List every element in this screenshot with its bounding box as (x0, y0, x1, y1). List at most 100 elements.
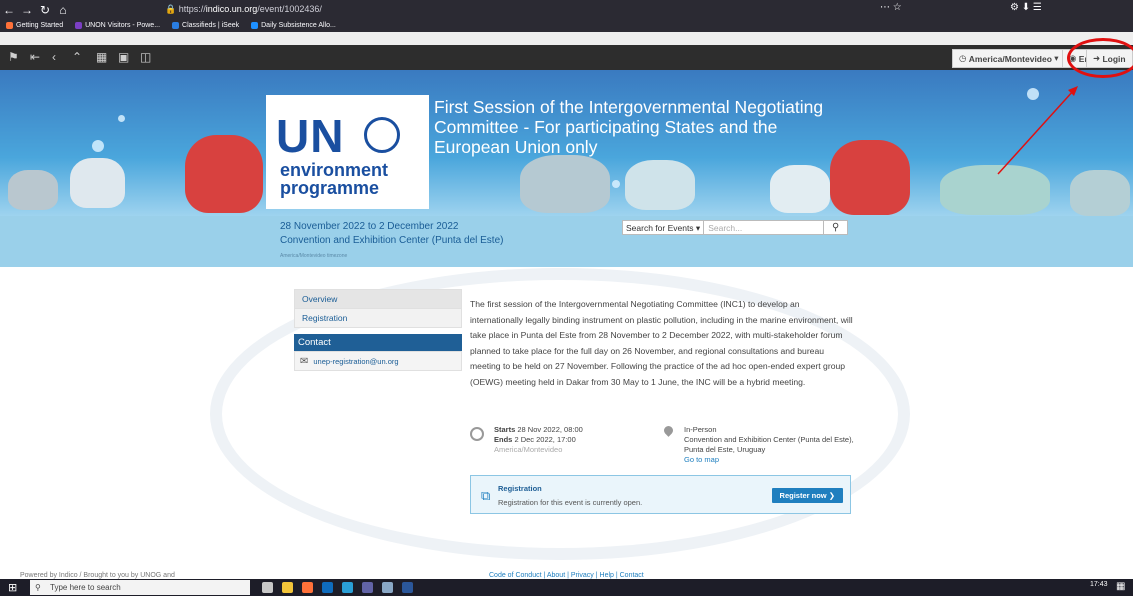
event-info-bar (0, 216, 1133, 267)
footer-links[interactable]: Code of Conduct | About | Privacy | Help… (489, 572, 644, 579)
outlook-icon[interactable] (322, 582, 333, 593)
annotation-arrow (997, 86, 1078, 175)
bubble-decoration (612, 180, 620, 188)
timezone-selector[interactable]: ◷ America/Montevideo ▾ (952, 49, 1066, 68)
print-icon[interactable]: ▣ (118, 50, 129, 64)
bookmark-label: Daily Subsistence Allo... (261, 22, 336, 29)
home-icon[interactable]: ⌂ (54, 3, 72, 17)
bubble-decoration (118, 115, 125, 122)
arrow-line (997, 89, 1075, 175)
word-icon[interactable] (402, 582, 413, 593)
layout-icon[interactable]: ◫ (140, 50, 151, 64)
unep-logo: UN environment programme (266, 95, 429, 209)
envelope-icon: ✉ (300, 355, 309, 367)
bubble-decoration (92, 140, 104, 152)
app-icon[interactable] (382, 582, 393, 593)
notifications-icon[interactable]: ▦ (1116, 581, 1125, 592)
page-actions-icon[interactable]: ⋯ ☆ (880, 2, 902, 13)
back-icon[interactable]: ← (0, 3, 18, 17)
extensions-icon[interactable]: ⚙ ⬇ ☰ (1010, 2, 1042, 13)
ends-label: Ends (494, 435, 513, 444)
bookmark-classifieds[interactable]: Classifieds | iSeek (172, 22, 239, 29)
taskbar-clock[interactable]: 17:43 (1090, 581, 1108, 588)
plastic-bag-decoration (70, 158, 125, 208)
indico-toolbar: ⚑ ⇤ ‹ ⌃ ▦ ▣ ◫ ◷ America/Montevideo ▾ ◉ E… (0, 45, 1133, 70)
up-icon[interactable]: ⌃ (72, 50, 82, 64)
clock-icon: ◷ (959, 53, 969, 63)
bookmark-dsa[interactable]: Daily Subsistence Allo... (251, 22, 336, 29)
event-side-menu: Overview Registration Contact ✉ unep-reg… (294, 289, 462, 371)
menu-item-registration[interactable]: Registration (294, 308, 462, 328)
map-link[interactable]: Go to map (684, 455, 854, 465)
plastic-bottle-decoration (520, 155, 610, 213)
registration-box: ⧉ Registration Registration for this eve… (470, 475, 851, 514)
plastic-bottle-decoration (8, 170, 58, 210)
windows-start-icon[interactable]: ⊞ (8, 581, 17, 594)
url-bar[interactable]: 🔒 https://indico.un.org/event/1002436/ (165, 2, 885, 17)
footer-credits: Powered by Indico / Brought to you by UN… (20, 572, 175, 579)
teams-icon[interactable] (362, 582, 373, 593)
bookmarks-bar: Getting Started UNON Visitors - Powe... … (0, 19, 1133, 32)
app-icon[interactable] (342, 582, 353, 593)
timezone-label: America/Montevideo (968, 53, 1052, 64)
bookmark-label: UNON Visitors - Powe... (85, 22, 161, 29)
first-icon[interactable]: ⇤ (30, 50, 40, 64)
event-search: Search for Events ▾ Search... ⚲ (622, 220, 849, 235)
url-host: indico.un.org (205, 4, 258, 14)
bookmark-label: Getting Started (16, 22, 64, 29)
search-scope-label: Search for Events (626, 223, 694, 233)
prev-icon[interactable]: ‹ (52, 50, 56, 64)
ends-value: 2 Dec 2022, 17:00 (514, 435, 576, 444)
search-scope-select[interactable]: Search for Events ▾ (622, 220, 705, 235)
taskbar-search-placeholder: Type here to search (50, 583, 121, 592)
url-path: /event/1002436/ (257, 4, 322, 14)
plastic-bag-decoration (770, 165, 830, 213)
taskbar-search-input[interactable]: ⚲ Type here to search (30, 580, 250, 595)
file-explorer-icon[interactable] (282, 582, 293, 593)
forward-icon[interactable]: → (18, 3, 36, 17)
starts-value: 28 Nov 2022, 08:00 (517, 425, 583, 434)
bookmark-getting-started[interactable]: Getting Started (6, 22, 63, 29)
plastic-bag-decoration (625, 160, 695, 210)
event-title: First Session of the Intergovernmental N… (434, 97, 824, 157)
logo-un-text: UN (276, 110, 345, 162)
red-bag-decoration (185, 135, 263, 213)
contact-email[interactable]: unep-registration@un.org (313, 357, 398, 366)
un-emblem-icon (364, 117, 400, 153)
bookmark-icon (251, 22, 259, 29)
firefox-icon[interactable] (302, 582, 313, 593)
location-place: Convention and Exhibition Center (Punta … (684, 435, 854, 454)
search-icon: ⚲ (35, 583, 41, 592)
event-description: The first session of the Intergovernment… (470, 299, 853, 387)
times-text: Starts 28 Nov 2022, 08:00 Ends 2 Dec 202… (494, 425, 640, 455)
menu-item-overview[interactable]: Overview (294, 289, 462, 308)
search-input[interactable]: Search... (704, 220, 825, 235)
clock-icon (470, 427, 484, 441)
registration-title: Registration (498, 484, 542, 493)
windows-taskbar: ⊞ ⚲ Type here to search 17:43 ▦ (0, 579, 1133, 596)
page-top-strip (0, 32, 1133, 45)
bookmark-icon (6, 22, 13, 29)
event-dates: 28 November 2022 to 2 December 2022 (280, 221, 459, 232)
location-text: In-Person Convention and Exhibition Cent… (684, 425, 854, 465)
annotation-circle (1067, 38, 1133, 78)
logo-env-text: environment programme (280, 160, 389, 198)
event-times: Starts 28 Nov 2022, 08:00 Ends 2 Dec 202… (470, 425, 640, 455)
contact-heading: Contact (294, 334, 462, 351)
bookmark-label: Classifieds | iSeek (182, 22, 240, 29)
calendar-icon[interactable]: ▦ (96, 50, 107, 64)
bookmark-unon-visitors[interactable]: UNON Visitors - Powe... (75, 22, 160, 29)
location-mode: In-Person (684, 425, 717, 434)
task-view-icon[interactable] (262, 582, 273, 593)
contact-email-row[interactable]: ✉ unep-registration@un.org (294, 351, 462, 371)
starts-label: Starts (494, 425, 516, 434)
event-location: In-Person Convention and Exhibition Cent… (662, 424, 854, 465)
bookmark-icon (75, 22, 83, 29)
reload-icon[interactable]: ↻ (36, 3, 54, 17)
register-now-button[interactable]: Register now ❯ (771, 488, 843, 503)
search-icon[interactable]: ⚲ (824, 220, 849, 235)
bookmark-icon (172, 22, 180, 29)
map-pin-icon (662, 424, 675, 437)
home-icon[interactable]: ⚑ (8, 50, 19, 64)
registration-status: Registration for this event is currently… (498, 498, 643, 507)
